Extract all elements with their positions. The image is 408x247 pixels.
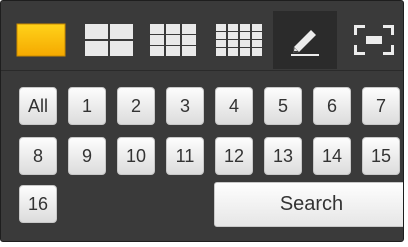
pencil-icon bbox=[291, 30, 319, 56]
quad-view-icon bbox=[85, 24, 133, 56]
channel-10-button[interactable]: 10 bbox=[117, 137, 155, 175]
channel-2-button[interactable]: 2 bbox=[117, 87, 155, 125]
fullscreen-button[interactable] bbox=[344, 11, 403, 69]
quad-view-button[interactable] bbox=[79, 11, 139, 69]
channel-4-button[interactable]: 4 bbox=[215, 87, 253, 125]
channel-16-button[interactable]: 16 bbox=[19, 185, 57, 223]
nine-view-button[interactable] bbox=[143, 11, 203, 69]
channel-selector-panel: All 1 2 3 4 5 6 7 8 9 10 11 12 13 14 15 … bbox=[0, 0, 404, 242]
channel-15-button[interactable]: 15 bbox=[362, 137, 400, 175]
nine-view-icon bbox=[150, 24, 196, 56]
channel-3-button[interactable]: 3 bbox=[166, 87, 204, 125]
fullscreen-icon bbox=[354, 25, 394, 55]
sixteen-view-icon bbox=[216, 24, 262, 56]
channel-5-button[interactable]: 5 bbox=[264, 87, 302, 125]
channel-9-button[interactable]: 9 bbox=[68, 137, 106, 175]
channel-13-button[interactable]: 13 bbox=[264, 137, 302, 175]
channel-12-button[interactable]: 12 bbox=[215, 137, 253, 175]
channel-11-button[interactable]: 11 bbox=[166, 137, 204, 175]
channel-7-button[interactable]: 7 bbox=[362, 87, 400, 125]
single-view-icon bbox=[16, 23, 66, 57]
layout-toolbar bbox=[1, 1, 403, 69]
single-view-button[interactable] bbox=[11, 11, 71, 69]
channel-6-button[interactable]: 6 bbox=[313, 87, 351, 125]
channel-1-button[interactable]: 1 bbox=[68, 87, 106, 125]
channel-all-button[interactable]: All bbox=[19, 87, 57, 125]
channel-14-button[interactable]: 14 bbox=[313, 137, 351, 175]
edit-button[interactable] bbox=[273, 11, 337, 69]
sixteen-view-button[interactable] bbox=[209, 11, 269, 69]
channel-8-button[interactable]: 8 bbox=[19, 137, 57, 175]
toolbar-divider bbox=[1, 70, 403, 71]
search-button[interactable]: Search bbox=[214, 182, 403, 227]
